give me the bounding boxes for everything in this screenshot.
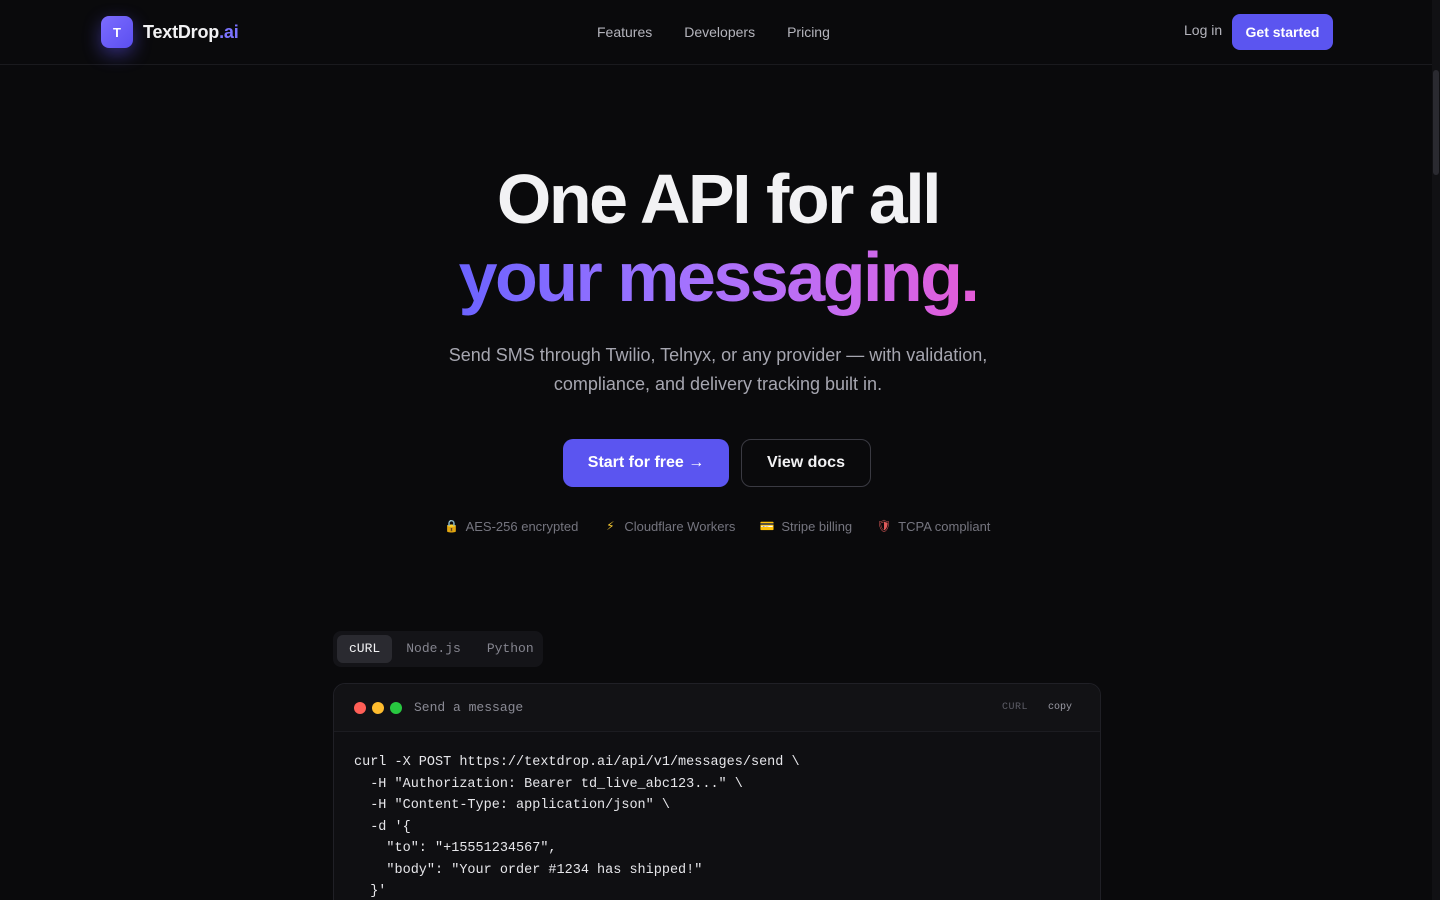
code-line: -H "Content-Type: application/json" \ xyxy=(354,798,670,813)
view-docs-button[interactable]: View docs xyxy=(741,439,871,487)
copy-code-button[interactable]: copy xyxy=(1048,702,1072,713)
nav-link-features[interactable]: Features xyxy=(597,24,652,40)
window-maximize-dot xyxy=(390,702,402,714)
logo-tld: .ai xyxy=(219,21,239,42)
hero-title-line2: your messaging. xyxy=(458,238,980,316)
tab-curl[interactable]: cURL xyxy=(337,635,393,663)
window-minimize-dot xyxy=(372,702,384,714)
code-window: Send a message CURL copy curl -X POST ht… xyxy=(333,683,1101,900)
logo-wordmark: TextDrop.ai xyxy=(143,22,239,43)
code-line: curl -X POST https://textdrop.ai/api/v1/… xyxy=(354,755,800,770)
bolt-icon: ⚡ xyxy=(606,519,615,533)
window-close-dot xyxy=(354,702,366,714)
start-for-free-button[interactable]: Start for free → xyxy=(563,439,729,487)
get-started-button[interactable]: Get started xyxy=(1232,14,1333,50)
nav-links: Features Developers Pricing xyxy=(597,0,830,64)
code-line: "body": "Your order #1234 has shipped!" xyxy=(354,862,703,878)
code-window-title: Send a message xyxy=(414,700,524,715)
code-line: -H "Authorization: Bearer td_live_abc123… xyxy=(354,776,743,792)
top-nav: T TextDrop.ai Features Developers Pricin… xyxy=(0,0,1440,65)
badge-label: AES-256 encrypted xyxy=(465,518,579,534)
code-language-label: CURL xyxy=(1002,702,1029,713)
nav-link-developers[interactable]: Developers xyxy=(684,24,755,40)
shield-icon: 🛡 xyxy=(876,519,892,533)
code-window-header: Send a message CURL copy xyxy=(334,684,1100,732)
code-language-tabs: cURL Node.js Python xyxy=(333,631,543,667)
lock-icon: 🔒 xyxy=(444,519,460,533)
code-block: curl -X POST https://textdrop.ai/api/v1/… xyxy=(334,732,1100,900)
scrollbar[interactable] xyxy=(1432,0,1440,900)
logo-name: TextDrop xyxy=(143,21,220,42)
tab-python[interactable]: Python xyxy=(475,635,546,663)
code-line: "to": "+15551234567", xyxy=(354,841,557,856)
trust-badges: 🔒 AES-256 encrypted ⚡ Cloudflare Workers… xyxy=(0,516,1434,536)
code-line: -d '{ xyxy=(354,819,411,835)
tab-nodejs[interactable]: Node.js xyxy=(394,635,473,663)
badge-stripe: 💳 Stripe billing xyxy=(759,516,852,536)
logo-mark: T xyxy=(101,16,133,48)
badge-label: TCPA compliant xyxy=(898,518,991,534)
hero-subtitle: Send SMS through Twilio, Telnyx, or any … xyxy=(448,345,988,394)
hero-title-line1: One API for all xyxy=(496,160,942,238)
badge-cloudflare: ⚡ Cloudflare Workers xyxy=(602,516,735,536)
hero-title: One API for all your messaging. xyxy=(0,160,1436,316)
badge-tcpa: 🛡 TCPA compliant xyxy=(876,516,991,536)
code-line: }' xyxy=(354,884,387,899)
credit-card-icon: 💳 xyxy=(759,519,775,533)
logo[interactable]: T TextDrop.ai xyxy=(101,16,239,48)
badge-encryption: 🔒 AES-256 encrypted xyxy=(444,516,579,536)
nav-link-pricing[interactable]: Pricing xyxy=(787,24,830,40)
login-link[interactable]: Log in xyxy=(1184,22,1222,38)
badge-label: Cloudflare Workers xyxy=(624,518,736,534)
badge-label: Stripe billing xyxy=(781,518,853,534)
